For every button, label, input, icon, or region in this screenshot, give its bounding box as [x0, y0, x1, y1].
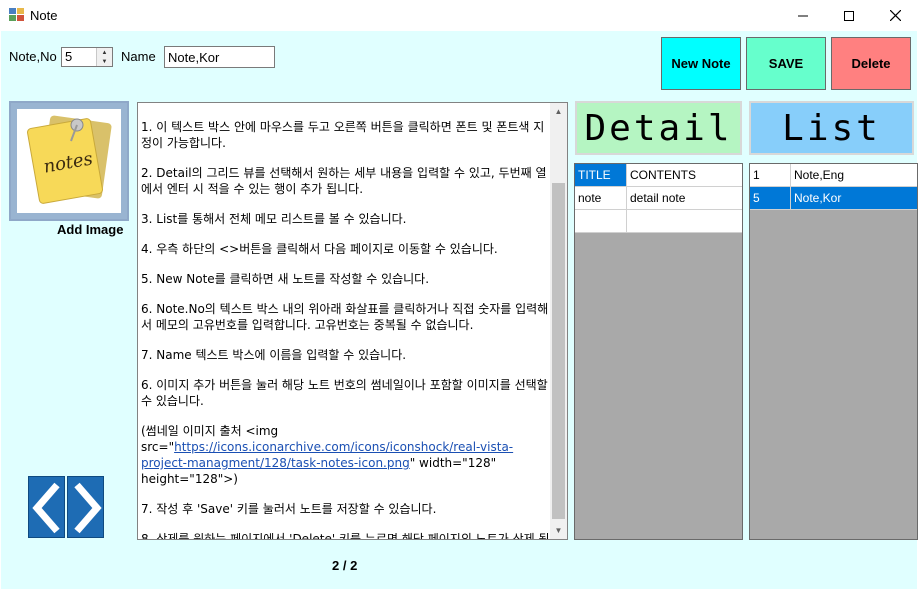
note-paragraph: 1. 이 텍스트 박스 안에 마우스를 두고 오른쪽 버튼을 클릭하면 폰트 및…	[141, 120, 545, 150]
table-row[interactable]: note detail note	[575, 187, 742, 210]
stepper-arrows: ▲ ▼	[96, 48, 112, 66]
add-image-button[interactable]: notes	[9, 101, 129, 221]
scroll-up-icon[interactable]: ▲	[550, 103, 567, 120]
app-icon	[9, 8, 24, 21]
maximize-button[interactable]	[826, 0, 872, 31]
close-icon	[889, 10, 901, 21]
note-no-value: 5	[65, 49, 73, 64]
list-header: List	[749, 101, 914, 155]
scroll-thumb[interactable]	[552, 183, 565, 519]
maximize-icon	[844, 10, 854, 21]
scroll-down-icon[interactable]: ▼	[550, 522, 567, 539]
window-title: Note	[30, 8, 58, 23]
notes-thumbnail: notes	[27, 115, 112, 204]
detail-grid-header-row: TITLE CONTENTS	[575, 164, 742, 187]
detail-cell-contents[interactable]	[627, 210, 742, 233]
list-grid[interactable]: 1 Note,Eng 5 Note,Kor	[749, 163, 918, 540]
note-textbox[interactable]: 1. 이 텍스트 박스 안에 마우스를 두고 오른쪽 버튼을 클릭하면 폰트 및…	[137, 102, 568, 540]
note-paragraph: 7. 작성 후 'Save' 키를 눌러서 노트를 저장할 수 있습니다.	[141, 502, 437, 516]
add-image-label: Add Image	[57, 222, 124, 237]
detail-cell-title[interactable]	[575, 210, 627, 233]
delete-button[interactable]: Delete	[831, 37, 911, 90]
note-content: 1. 이 텍스트 박스 안에 마우스를 두고 오른쪽 버튼을 클릭하면 폰트 및…	[141, 119, 550, 540]
table-row[interactable]	[575, 210, 742, 233]
note-no-label: Note,No	[9, 49, 57, 64]
detail-grid[interactable]: TITLE CONTENTS note detail note	[574, 163, 743, 540]
list-cell-no[interactable]: 5	[750, 187, 791, 210]
list-cell-name[interactable]: Note,Kor	[791, 187, 917, 210]
stepper-down-icon[interactable]: ▼	[97, 57, 112, 66]
next-page-button[interactable]	[67, 476, 104, 538]
prev-page-button[interactable]	[28, 476, 65, 538]
detail-column-title[interactable]: TITLE	[575, 164, 627, 187]
textbox-scrollbar[interactable]: ▲ ▼	[550, 103, 567, 539]
note-paragraph: 4. 우측 하단의 <>버튼을 클릭해서 다음 페이지로 이동할 수 있습니다.	[141, 242, 498, 256]
name-input[interactable]	[164, 46, 275, 68]
note-paragraph: 6. 이미지 추가 버튼을 눌러 해당 노트 번호의 썸네일이나 포함할 이미지…	[141, 378, 548, 408]
minimize-icon	[798, 15, 808, 16]
note-paragraph: 5. New Note를 클릭하면 새 노트를 작성할 수 있습니다.	[141, 272, 430, 286]
list-cell-no[interactable]: 1	[750, 164, 791, 187]
list-cell-name[interactable]: Note,Eng	[791, 164, 917, 187]
note-paragraph: 6. Note.No의 텍스트 박스 내의 위아래 화살표를 클릭하거나 직접 …	[141, 302, 549, 332]
minimize-button[interactable]	[780, 0, 826, 31]
note-paragraph: 3. List를 통해서 전체 메모 리스트를 볼 수 있습니다.	[141, 212, 407, 226]
stepper-up-icon[interactable]: ▲	[97, 48, 112, 57]
note-paragraph: 2. Detail의 그리드 뷰를 선택해서 원하는 세부 내용을 입력할 수 …	[141, 166, 547, 196]
note-paragraph: 7. Name 텍스트 박스에 이름을 입력할 수 있습니다.	[141, 348, 407, 362]
detail-header: Detail	[575, 101, 742, 155]
chevron-left-icon	[32, 482, 60, 534]
detail-column-contents[interactable]: CONTENTS	[627, 164, 742, 187]
image-source-line: (썸네일 이미지 출처 <img src="https://icons.icon…	[141, 423, 550, 487]
note-no-stepper[interactable]: 5 ▲ ▼	[61, 47, 113, 67]
close-button[interactable]	[872, 0, 918, 31]
detail-cell-title[interactable]: note	[575, 187, 627, 210]
list-row[interactable]: 5 Note,Kor	[750, 187, 917, 210]
save-button[interactable]: SAVE	[746, 37, 826, 90]
new-note-button[interactable]: New Note	[661, 37, 741, 90]
list-row[interactable]: 1 Note,Eng	[750, 164, 917, 187]
note-paragraph: 8. 삭제를 원하는 페이지에서 'Delete' 키를 누르면 해당 페이지의…	[141, 532, 550, 540]
chevron-right-icon	[74, 482, 102, 534]
title-bar: Note	[0, 0, 918, 31]
name-label: Name	[121, 49, 156, 64]
page-indicator: 2 / 2	[332, 558, 358, 573]
thumbnail-frame: notes	[17, 109, 121, 213]
detail-cell-contents[interactable]: detail note	[627, 187, 742, 210]
